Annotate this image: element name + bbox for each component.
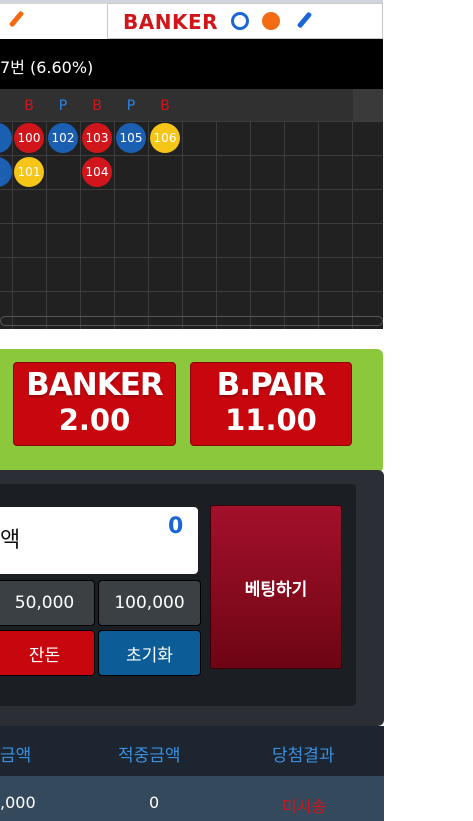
odds-name: BANKER bbox=[26, 367, 164, 403]
column-header-amount: 금액 bbox=[0, 746, 32, 766]
chip-100000-button[interactable]: 100,000 bbox=[98, 580, 201, 626]
bet-amount-value: 0 bbox=[168, 514, 184, 539]
odds-button-banker[interactable]: BANKER 2.00 bbox=[13, 362, 176, 446]
banker-title: BANKER bbox=[123, 10, 219, 34]
column-header-hit-amount: 적중금액 bbox=[118, 746, 181, 766]
dot-icon bbox=[262, 12, 280, 30]
bet-amount-label: 액 bbox=[0, 528, 21, 553]
bet-options-panel: BANKER 2.00 B.PAIR 11.00 bbox=[0, 349, 383, 473]
cell-result: 미시송 bbox=[282, 797, 327, 816]
pencil-icon bbox=[8, 10, 25, 28]
bead-player: 105 bbox=[116, 123, 146, 153]
bead-player bbox=[0, 157, 12, 187]
spacer bbox=[0, 329, 383, 349]
odds-value: 2.00 bbox=[58, 403, 131, 437]
board-header-corner bbox=[353, 89, 383, 121]
header-label: B bbox=[24, 98, 34, 114]
cell-hit-amount: 0 bbox=[149, 793, 160, 812]
bead-tie: 101 bbox=[14, 157, 44, 187]
bead-player: 102 bbox=[48, 123, 78, 153]
column-header-result: 당첨결과 bbox=[272, 746, 335, 766]
bead-tie: 106 bbox=[150, 123, 180, 153]
cell-amount: ,000 bbox=[0, 793, 36, 812]
odds-name: B.PAIR bbox=[216, 367, 327, 403]
bead-banker: 103 bbox=[82, 123, 112, 153]
place-bet-button[interactable]: 베팅하기 bbox=[210, 505, 342, 669]
table-row bbox=[0, 776, 384, 821]
header-label: B bbox=[92, 98, 102, 114]
board-scrollbar[interactable] bbox=[0, 316, 383, 326]
chip-50000-button[interactable]: 50,000 bbox=[0, 580, 95, 626]
stats-text: 7번 (6.60%) bbox=[0, 58, 94, 77]
odds-value: 11.00 bbox=[225, 403, 317, 437]
header-label: P bbox=[58, 98, 68, 114]
reset-button[interactable]: 초기화 bbox=[98, 630, 201, 676]
header-label: P bbox=[126, 98, 136, 114]
odds-button-banker-pair[interactable]: B.PAIR 11.00 bbox=[190, 362, 352, 446]
bead-banker: 104 bbox=[82, 157, 112, 187]
road-board: B P B P B 100 102 103 105 106 101 104 bbox=[0, 89, 383, 329]
bead-player bbox=[0, 123, 12, 153]
top-left-cell[interactable] bbox=[0, 3, 108, 39]
bet-control-panel: 액 0 50,000 100,000 잔돈 초기화 베팅하기 bbox=[0, 470, 384, 726]
ring-icon bbox=[231, 12, 249, 30]
balance-button[interactable]: 잔돈 bbox=[0, 630, 95, 676]
header-label: B bbox=[160, 98, 170, 114]
bead-banker: 100 bbox=[14, 123, 44, 153]
